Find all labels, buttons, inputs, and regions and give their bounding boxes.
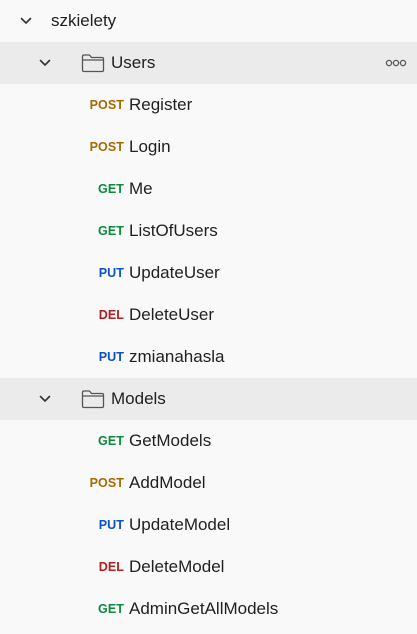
request-row[interactable]: PUT zmianahasla <box>0 336 417 378</box>
request-name: UpdateModel <box>129 515 231 534</box>
collection-tree: szkielety Users POST Register POST Login… <box>0 0 417 634</box>
request-row[interactable]: POST AddModel <box>0 462 417 504</box>
collection-name: szkielety <box>51 11 117 30</box>
folder-name: Users <box>111 53 156 72</box>
method-badge: PUT <box>98 350 124 364</box>
method-badge: POST <box>89 476 124 490</box>
method-badge: DEL <box>98 560 124 574</box>
folder-name: Models <box>111 389 166 408</box>
folder-icon <box>81 389 105 409</box>
request-name: zmianahasla <box>129 347 225 366</box>
method-badge: PUT <box>98 518 124 532</box>
folder-row-models[interactable]: Models <box>0 378 417 420</box>
method-badge: GET <box>98 182 124 196</box>
collection-row[interactable]: szkielety <box>0 0 417 42</box>
request-name: ListOfUsers <box>129 221 218 240</box>
method-badge: POST <box>89 98 124 112</box>
more-horizontal-icon[interactable] <box>385 56 407 70</box>
request-row[interactable]: GET AdminGetAllModels <box>0 588 417 630</box>
request-row[interactable]: PUT UpdateModel <box>0 504 417 546</box>
request-name: UpdateUser <box>129 263 220 282</box>
folder-icon <box>81 53 105 73</box>
folder-row-users[interactable]: Users <box>0 42 417 84</box>
request-name: AdminGetAllModels <box>129 599 279 618</box>
method-badge: POST <box>89 140 124 154</box>
chevron-down-icon[interactable] <box>18 13 34 29</box>
request-row[interactable]: GET GetModels <box>0 420 417 462</box>
method-badge: DEL <box>98 308 124 322</box>
chevron-down-icon[interactable] <box>37 391 53 407</box>
request-row[interactable]: GET Me <box>0 168 417 210</box>
request-name: Me <box>129 179 153 198</box>
request-name: Login <box>129 137 171 156</box>
request-row[interactable]: POST Register <box>0 84 417 126</box>
request-row[interactable]: POST Login <box>0 126 417 168</box>
request-name: GetModels <box>129 431 212 450</box>
chevron-down-icon[interactable] <box>37 55 53 71</box>
method-badge: GET <box>98 602 124 616</box>
request-row[interactable]: GET ListOfUsers <box>0 210 417 252</box>
request-row[interactable]: DEL DeleteModel <box>0 546 417 588</box>
request-row[interactable]: DEL DeleteUser <box>0 294 417 336</box>
request-row[interactable]: PUT UpdateUser <box>0 252 417 294</box>
method-badge: GET <box>98 224 124 238</box>
request-name: DeleteUser <box>129 305 215 324</box>
method-badge: PUT <box>98 266 124 280</box>
method-badge: GET <box>98 434 124 448</box>
request-name: Register <box>129 95 193 114</box>
request-name: DeleteModel <box>129 557 225 576</box>
request-name: AddModel <box>129 473 206 492</box>
